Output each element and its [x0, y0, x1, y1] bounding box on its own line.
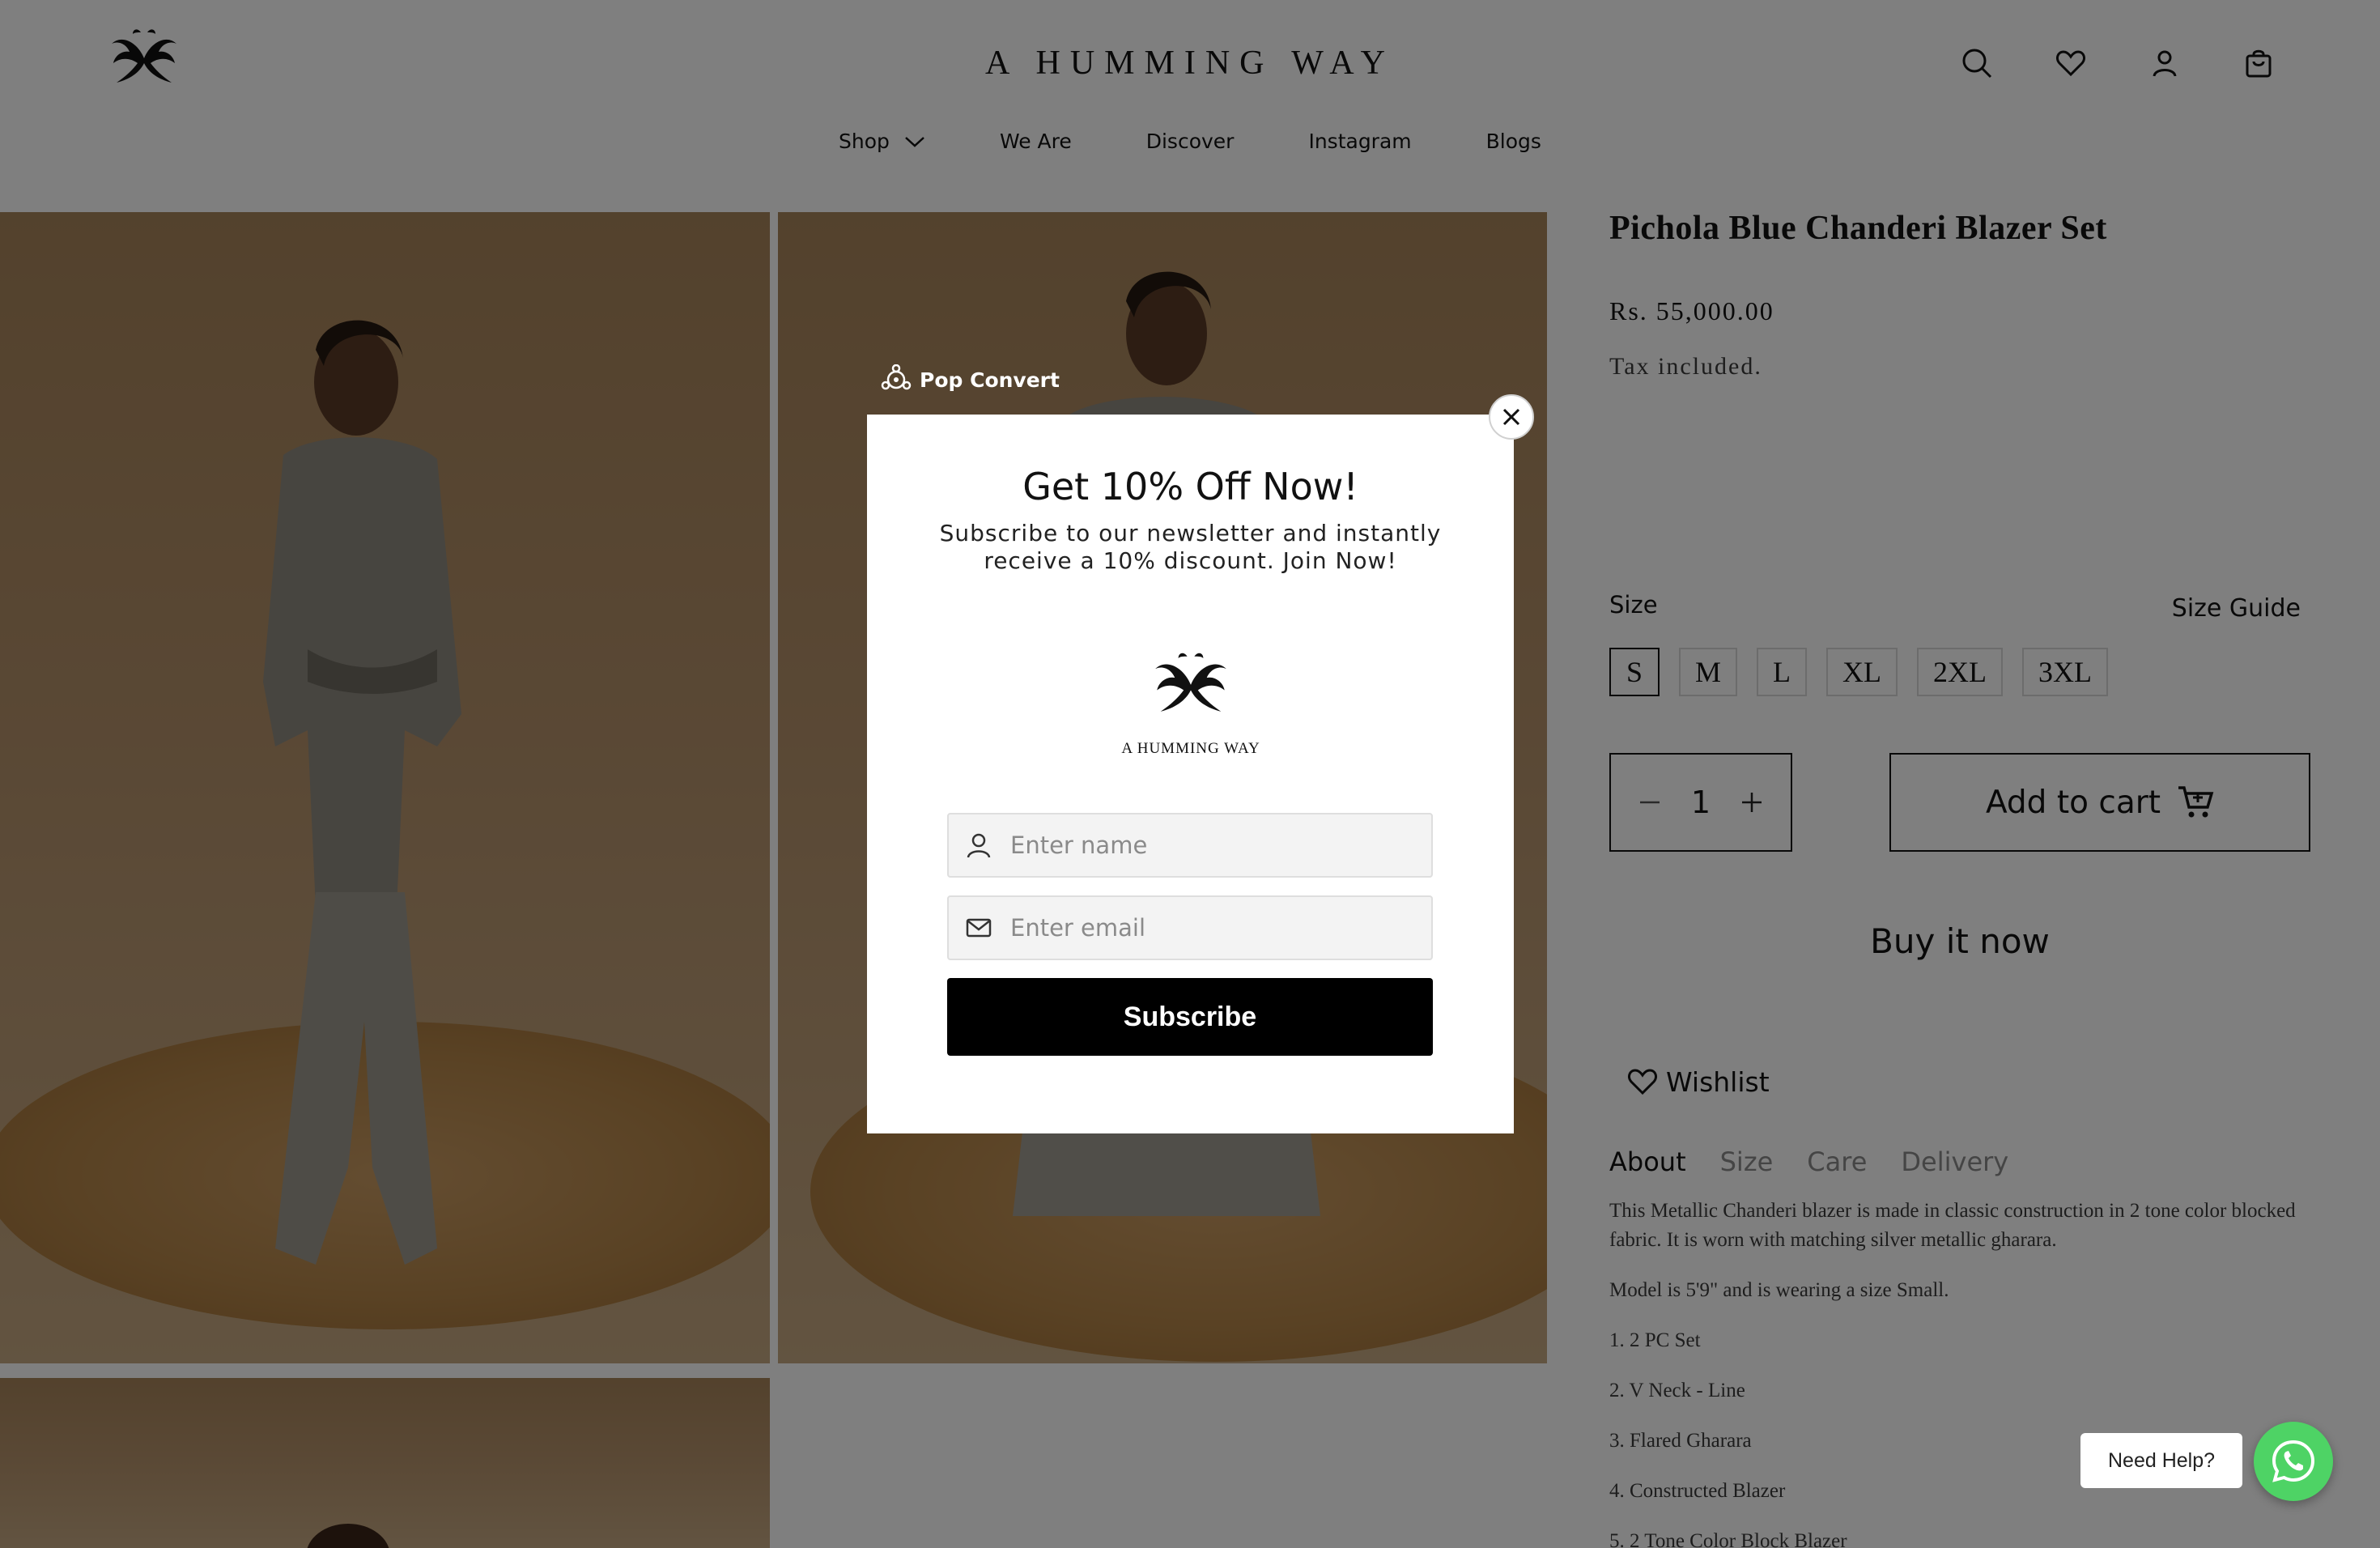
- pop-convert-label: Pop Convert: [920, 368, 1060, 392]
- whatsapp-button[interactable]: [2254, 1422, 2333, 1501]
- popup-title: Get 10% Off Now!: [1022, 465, 1358, 508]
- email-field[interactable]: [947, 895, 1433, 960]
- need-help-bubble[interactable]: Need Help?: [2080, 1433, 2242, 1488]
- pop-convert-icon: [881, 364, 912, 390]
- whatsapp-icon: [2272, 1440, 2315, 1482]
- name-input[interactable]: [1010, 831, 1399, 859]
- popup-subtitle: Subscribe to our newsletter and instantl…: [939, 520, 1442, 574]
- pop-convert-branding[interactable]: Pop Convert: [881, 364, 1060, 395]
- email-input[interactable]: [1010, 914, 1399, 942]
- user-icon: [967, 833, 991, 858]
- popup-close-button[interactable]: [1489, 394, 1534, 440]
- newsletter-popup: Get 10% Off Now! Subscribe to our newsle…: [867, 415, 1514, 1133]
- close-icon: [1502, 408, 1520, 426]
- name-field[interactable]: [947, 813, 1433, 878]
- popup-logo-text: A HUMMING WAY: [1121, 740, 1260, 757]
- brand-logo-icon: [1155, 653, 1226, 712]
- popup-logo: A HUMMING WAY: [1110, 649, 1272, 771]
- subscribe-button[interactable]: Subscribe: [947, 978, 1433, 1056]
- mail-icon: [966, 918, 992, 938]
